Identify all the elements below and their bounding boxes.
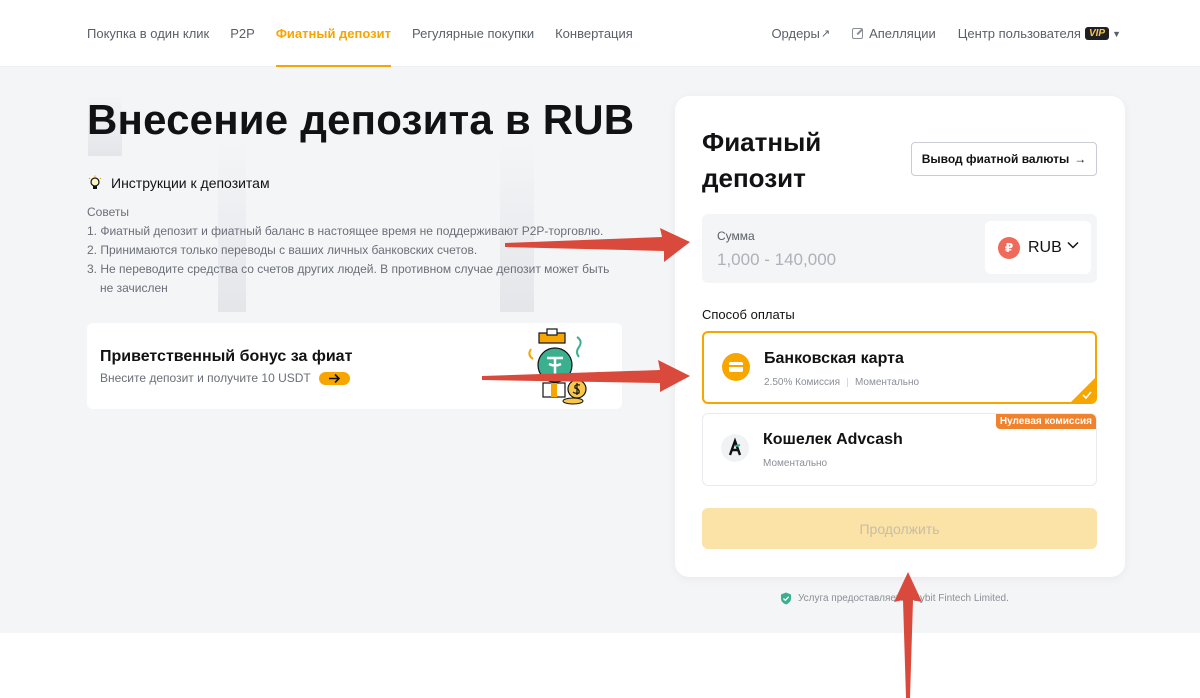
payment-option-name: Банковская карта	[764, 350, 904, 367]
payment-option-bank-card[interactable]: Банковская карта 2.50% Комиссия Моментал…	[702, 331, 1097, 404]
user-center-label: Центр пользователя	[957, 26, 1081, 41]
page-title: Внесение депозита в RUB	[87, 96, 635, 143]
tip-item: 1. Фиатный депозит и фиатный баланс в на…	[87, 224, 604, 238]
payment-option-details: 2.50% Комиссия Моментально	[764, 377, 919, 388]
bonus-title: Приветственный бонус за фиат	[100, 348, 353, 365]
payment-option-details: Моментально	[763, 458, 827, 469]
arrow-right-icon[interactable]	[318, 371, 350, 385]
withdraw-label: Вывод фиатной валюты	[921, 152, 1070, 166]
ruble-icon: ₽	[998, 236, 1020, 259]
tab-recurring-buy[interactable]: Регулярные покупки	[412, 0, 534, 67]
bonus-subtitle: Внесите депозит и получите 10 USDT	[100, 371, 350, 385]
provider-text: Услуга предоставляется Bybit Fintech Lim…	[798, 593, 1009, 604]
tab-one-click-buy[interactable]: Покупка в один клик	[87, 0, 209, 67]
payment-speed: Моментально	[854, 377, 920, 388]
payment-option-advcash[interactable]: Кошелек Advcash Моментально Нулевая коми…	[702, 413, 1097, 486]
tip-item: не зачислен	[100, 281, 168, 295]
payment-fee: 2.50% Комиссия	[764, 377, 840, 388]
tab-fiat-deposit[interactable]: Фиатный депозит	[275, 0, 392, 67]
edit-icon	[852, 28, 864, 39]
chevron-down-icon	[1067, 241, 1079, 249]
nav-right-links: Ордеры ↗ Апелляции Центр пользователя VIP…	[749, 0, 1121, 67]
welcome-bonus-card[interactable]: Приветственный бонус за фиат Внесите деп…	[87, 323, 622, 409]
tip-item: 3. Не переводите средства со счетов друг…	[87, 262, 610, 276]
gift-coin-illustration	[528, 328, 587, 405]
divider	[846, 378, 848, 387]
orders-label: Ордеры	[771, 26, 820, 41]
zero-fee-badge: Нулевая комиссия	[995, 414, 1096, 429]
payment-option-name: Кошелек Advcash	[763, 431, 903, 448]
lightbulb-icon	[87, 175, 103, 191]
tab-p2p[interactable]: P2P	[230, 0, 255, 67]
arrow-right-icon: →	[1074, 152, 1087, 166]
appeals-label: Апелляции	[869, 26, 936, 41]
user-center-menu[interactable]: Центр пользователя VIP ▼	[958, 26, 1121, 41]
check-icon	[1082, 391, 1092, 399]
external-link-icon: ↗	[820, 28, 831, 40]
continue-button[interactable]: Продолжить	[702, 508, 1097, 549]
nav-tabs: Покупка в один клик P2P Фиатный депозит …	[87, 0, 654, 67]
currency-code: RUB	[1028, 238, 1062, 256]
orders-link[interactable]: Ордеры ↗	[771, 26, 830, 41]
amount-input[interactable]	[717, 248, 947, 272]
payment-method-label: Способ оплаты	[702, 307, 795, 322]
amount-field: Сумма ₽ RUB	[702, 214, 1097, 283]
bank-card-icon	[722, 353, 750, 381]
deposit-instructions-link[interactable]: Инструкции к депозитам	[87, 175, 270, 191]
payment-speed: Моментально	[763, 458, 828, 469]
advcash-icon	[721, 434, 749, 462]
tips-block: Советы 1. Фиатный депозит и фиатный бала…	[87, 203, 647, 298]
vip-badge: VIP	[1084, 27, 1110, 40]
caret-down-icon: ▼	[1112, 28, 1121, 39]
withdraw-fiat-button[interactable]: Вывод фиатной валюты →	[911, 142, 1097, 176]
tip-item: 2. Принимаются только переводы с ваших л…	[87, 243, 478, 257]
tab-convert[interactable]: Конвертация	[555, 0, 633, 67]
currency-select[interactable]: ₽ RUB	[985, 221, 1091, 274]
instructions-title: Инструкции к депозитам	[111, 175, 270, 191]
card-title: Фиатный депозит	[702, 127, 822, 193]
bonus-subtitle-text: Внесите депозит и получите 10 USDT	[100, 371, 311, 385]
service-provider-note: Услуга предоставляется Bybit Fintech Lim…	[780, 592, 1009, 605]
fiat-deposit-card: Фиатный депозит Вывод фиатной валюты → С…	[675, 96, 1125, 577]
top-navigation: Покупка в один клик P2P Фиатный депозит …	[0, 0, 1200, 67]
amount-label: Сумма	[717, 229, 755, 243]
shield-check-icon	[781, 592, 791, 605]
tips-title: Советы	[87, 205, 129, 219]
appeals-link[interactable]: Апелляции	[852, 26, 936, 41]
